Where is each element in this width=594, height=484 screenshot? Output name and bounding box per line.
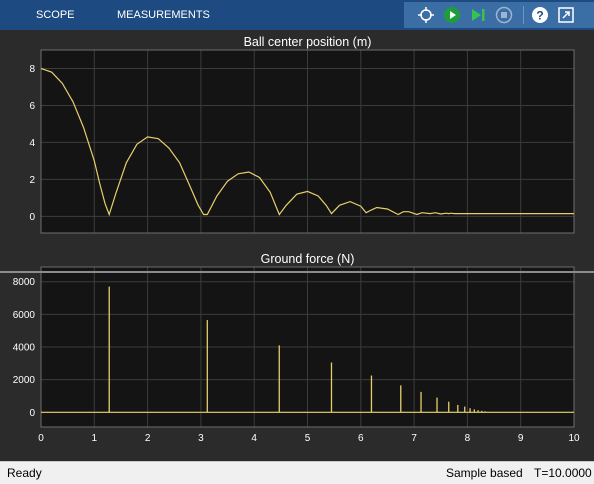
x-tick-label: 9 (518, 433, 524, 444)
chart-title: Ground force (N) (261, 252, 355, 266)
y-tick-label: 4 (29, 138, 35, 149)
y-tick-label: 2000 (13, 375, 36, 386)
tab-scope[interactable]: SCOPE (36, 0, 75, 30)
plot-divider[interactable] (0, 271, 594, 273)
x-tick-label: 2 (145, 433, 151, 444)
y-tick-label: 8 (29, 64, 35, 75)
x-tick-label: 5 (305, 433, 311, 444)
step-forward-icon[interactable] (468, 5, 488, 25)
status-bar: Ready Sample based T=10.0000 (0, 461, 594, 484)
y-tick-label: 8000 (13, 277, 36, 288)
help-icon[interactable]: ? (530, 5, 550, 25)
x-tick-label: 6 (358, 433, 364, 444)
stop-icon[interactable] (494, 5, 514, 25)
x-tick-label: 4 (251, 433, 257, 444)
toolbar-separator (523, 6, 524, 24)
undock-icon[interactable] (556, 5, 576, 25)
y-tick-label: 6 (29, 101, 35, 112)
x-tick-label: 10 (568, 433, 580, 444)
run-icon[interactable] (442, 5, 462, 25)
status-time: T=10.0000 (534, 466, 592, 480)
y-tick-label: 0 (29, 408, 35, 419)
x-tick-label: 1 (92, 433, 98, 444)
y-tick-label: 2 (29, 175, 35, 186)
x-tick-label: 3 (198, 433, 204, 444)
highlight-blocks-icon[interactable] (416, 5, 436, 25)
scope-charts: 02468Ball center position (m)02000400060… (13, 35, 580, 444)
status-state: Ready (7, 466, 42, 480)
x-tick-label: 7 (411, 433, 417, 444)
scope-plot-area: 0 2 4 6 8 Ball center position (m) 0 2000 4000 60… (0, 30, 594, 461)
tab-measurements[interactable]: MEASUREMENTS (117, 0, 210, 30)
y-tick-label: 6000 (13, 310, 36, 321)
toolstrip: SCOPE MEASUREMENTS ? (0, 0, 594, 30)
chart-title: Ball center position (m) (244, 35, 372, 49)
y-tick-label: 4000 (13, 343, 36, 354)
svg-text:?: ? (536, 9, 543, 23)
status-mode: Sample based (446, 466, 523, 480)
x-tick-label: 0 (38, 433, 44, 444)
x-tick-label: 8 (465, 433, 471, 444)
quick-access-toolbar: ? (404, 2, 594, 28)
y-tick-label: 0 (29, 212, 35, 223)
